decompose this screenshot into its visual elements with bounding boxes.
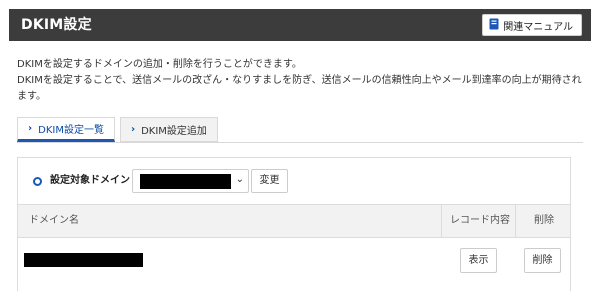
tab-bar: › DKIM設定一覧 › DKIM設定追加: [17, 117, 218, 142]
page-header: DKIM設定 関連マニュアル: [9, 9, 591, 41]
column-header-record: レコード内容: [450, 215, 510, 226]
related-manual-label: 関連マニュアル: [503, 21, 573, 33]
column-header-delete: 削除: [534, 215, 554, 226]
page-description: DKIMを設定するドメインの追加・削除を行うことができます。 DKIMを設定する…: [17, 57, 587, 105]
chevron-right-icon: ›: [28, 123, 33, 134]
column-divider: [515, 205, 516, 237]
column-header-domain: ドメイン名: [29, 215, 79, 226]
column-divider: [441, 205, 442, 237]
chevron-right-icon: ›: [130, 124, 136, 135]
dkim-list-panel: 設定対象ドメイン ⌄ 変更 ドメイン名 レコード内容 削除 表示 削除: [17, 157, 571, 291]
tab-divider: [17, 142, 583, 143]
tab-dkim-list[interactable]: › DKIM設定一覧: [17, 117, 115, 142]
tab-dkim-list-label: DKIM設定一覧: [38, 125, 104, 136]
chevron-down-icon: ⌄: [235, 174, 244, 185]
description-line-1: DKIMを設定するドメインの追加・削除を行うことができます。: [17, 59, 302, 70]
related-manual-button[interactable]: 関連マニュアル: [482, 14, 582, 36]
delete-button[interactable]: 削除: [524, 248, 561, 273]
table-header: ドメイン名 レコード内容 削除: [18, 204, 570, 238]
page-title: DKIM設定: [21, 17, 92, 33]
target-domain-select[interactable]: ⌄: [132, 169, 249, 193]
table-row: 表示 削除: [18, 238, 570, 291]
target-domain-label: 設定対象ドメイン: [50, 175, 130, 186]
redacted-domain-name: [24, 253, 143, 267]
description-line-2: DKIMを設定することで、送信メールの改ざん・なりすましを防ぎ、送信メールの信頼…: [17, 75, 582, 102]
book-icon: [489, 18, 499, 33]
show-record-button[interactable]: 表示: [460, 248, 497, 273]
ring-icon: [33, 177, 42, 186]
domain-filter-row: 設定対象ドメイン ⌄ 変更: [18, 158, 570, 204]
redacted-domain-value: [140, 174, 231, 189]
tab-dkim-add[interactable]: › DKIM設定追加: [119, 117, 218, 142]
change-button[interactable]: 変更: [251, 169, 288, 193]
tab-dkim-add-label: DKIM設定追加: [141, 126, 207, 137]
